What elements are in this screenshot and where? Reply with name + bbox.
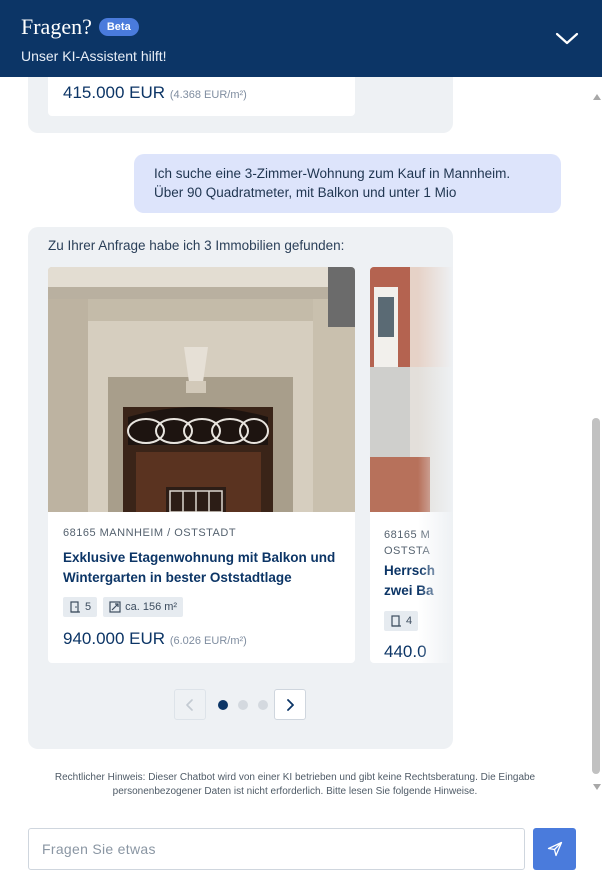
listing-features: 4	[384, 611, 419, 631]
header-title-row: Fragen? Beta	[21, 14, 139, 40]
previous-listing-card[interactable]: 415.000 EUR (4.368 EUR/m²)	[48, 77, 355, 116]
header-title: Fragen?	[21, 14, 92, 39]
rooms-value: 4	[406, 615, 413, 627]
chevron-right-icon	[287, 698, 294, 711]
previous-price-value: 415.000 EUR	[63, 83, 166, 102]
door-icon	[391, 615, 401, 627]
area-icon	[109, 601, 121, 613]
carousel-dot[interactable]	[218, 700, 228, 710]
scroll-up-icon[interactable]	[593, 94, 601, 100]
send-button[interactable]	[533, 828, 576, 870]
carousel-nav	[28, 687, 453, 721]
listing-features: 5 ca. 156 m²	[63, 597, 184, 617]
bot-message: Zu Ihrer Anfrage habe ich 3 Immobilien g…	[28, 227, 453, 749]
area-value: ca. 156 m²	[125, 601, 178, 613]
message-input-wrapper	[28, 828, 525, 870]
rooms-badge: 5	[63, 597, 98, 617]
carousel-prev-button[interactable]	[174, 689, 206, 720]
previous-bot-message: 415.000 EUR (4.368 EUR/m²)	[28, 77, 453, 133]
listing-price: 940.000 EUR (6.026 EUR/m²)	[63, 629, 247, 649]
chevron-left-icon	[186, 698, 193, 711]
chat-header: Fragen? Beta Unser KI-Assistent hilft!	[0, 0, 602, 77]
listing-location: 68165 MANNHEIM / OSTSTADT	[63, 527, 237, 539]
send-icon	[547, 841, 562, 857]
collapse-button[interactable]	[554, 26, 580, 52]
door-icon	[70, 601, 80, 613]
carousel-next-button[interactable]	[274, 689, 306, 720]
rooms-badge: 4	[384, 611, 419, 631]
chat-widget: Fragen? Beta Unser KI-Assistent hilft! 4…	[0, 0, 602, 885]
scroll-down-icon[interactable]	[593, 784, 601, 790]
price-value: 940.000 EUR	[63, 629, 166, 648]
chevron-down-icon	[555, 32, 579, 45]
chat-scrollbar[interactable]	[590, 88, 602, 794]
carousel-dot[interactable]	[258, 700, 268, 710]
bot-intro-text: Zu Ihrer Anfrage habe ich 3 Immobilien g…	[48, 238, 345, 253]
listing-title[interactable]: Exklusive Etagenwohnung mit Balkon und W…	[63, 548, 343, 588]
scroll-thumb[interactable]	[592, 418, 600, 774]
carousel-dots	[218, 700, 268, 710]
header-subtitle: Unser KI-Assistent hilft!	[21, 48, 167, 64]
chat-messages[interactable]: 415.000 EUR (4.368 EUR/m²) Ich suche ein…	[0, 77, 590, 767]
area-badge: ca. 156 m²	[103, 597, 184, 617]
legal-disclaimer: Rechtlicher Hinweis: Dieser Chatbot wird…	[54, 772, 536, 797]
listing-photo	[48, 267, 355, 512]
carousel-fade	[418, 267, 453, 663]
previous-price-per-sqm: (4.368 EUR/m²)	[169, 89, 247, 101]
previous-listing-price: 415.000 EUR (4.368 EUR/m²)	[63, 83, 247, 103]
user-message: Ich suche eine 3-Zimmer-Wohnung zum Kauf…	[134, 154, 561, 213]
price-per-sqm: (6.026 EUR/m²)	[169, 635, 247, 647]
message-input[interactable]	[29, 829, 524, 869]
rooms-value: 5	[85, 601, 92, 613]
carousel-dot[interactable]	[238, 700, 248, 710]
beta-badge: Beta	[98, 18, 139, 36]
listing-card[interactable]: 68165 MANNHEIM / OSTSTADT Exklusive Etag…	[48, 267, 355, 663]
